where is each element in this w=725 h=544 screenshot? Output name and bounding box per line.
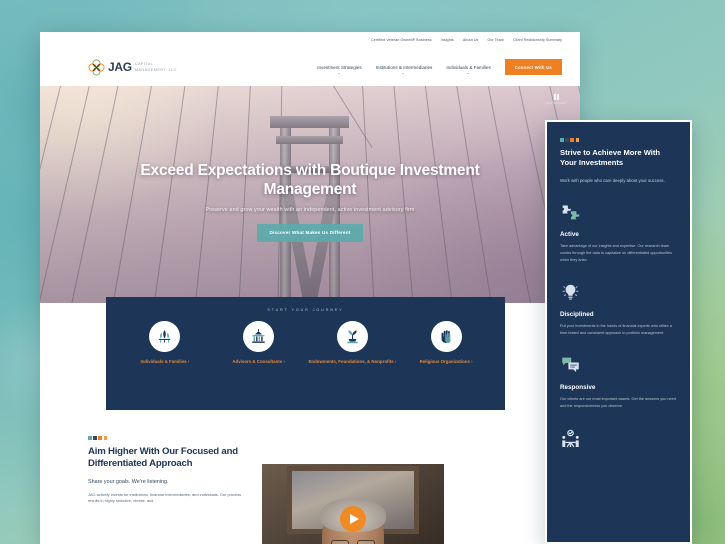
approach-section: Aim Higher With Our Focused and Differen…: [40, 436, 580, 544]
utility-nav-item-3[interactable]: Our Team: [487, 38, 504, 42]
strive-side-panel: Strive to Achieve More With Your Investm…: [545, 120, 692, 544]
connect-with-us-button[interactable]: Connect With Us: [504, 59, 562, 75]
speech-bubbles-icon: [560, 354, 677, 376]
accent-dots: [88, 436, 244, 440]
hero-title: Exceed Expectations with Boutique Invest…: [140, 162, 480, 198]
utility-nav-item-1[interactable]: Insights: [441, 38, 454, 42]
family-tree-icon: [149, 321, 181, 352]
logo-subtext-line2: MANAGEMENT, LLC: [134, 67, 177, 72]
video-thumbnail[interactable]: [262, 464, 444, 544]
journey-item-endowments-foundations[interactable]: Endowments, Foundations, & Nonprofits ›: [306, 321, 398, 366]
browser-page-card: Certified Veteran Owned® Business Insigh…: [40, 32, 580, 544]
panel-text-active: Take advantage of our insights and exper…: [560, 244, 673, 263]
hero-content: Exceed Expectations with Boutique Invest…: [40, 162, 580, 242]
utility-nav-item-0[interactable]: Certified Veteran Owned® Business: [371, 38, 432, 42]
utility-nav-item-4[interactable]: Client Relationship Summary: [513, 38, 562, 42]
approach-lead: Share your goals. We’re listening.: [88, 478, 169, 485]
logo-subtext: CAPITAL MANAGEMENT, LLC: [135, 61, 177, 73]
praying-hands-icon: [430, 321, 462, 352]
utility-nav-item-2[interactable]: About Us: [463, 38, 479, 42]
hero-subtitle: Preserve and grow your wealth with an in…: [205, 206, 415, 213]
person-glasses: [331, 540, 375, 544]
lightbulb-idea-icon: [560, 281, 677, 303]
panel-block-fourth: [560, 428, 677, 450]
panel-heading-responsive: Responsive: [560, 384, 596, 392]
nav-item-institutions-intermediaries[interactable]: Institutions & Intermediaries: [376, 65, 432, 74]
panel-accent-dots: [560, 138, 677, 142]
journey-item-individuals-families[interactable]: Individuals & Families ›: [119, 321, 211, 366]
approach-body: JAG actively invests for institutions, f…: [88, 491, 242, 504]
nav-item-individuals-families[interactable]: Individuals & Families: [446, 65, 491, 74]
panel-block-active: Active Take advantage of our insights an…: [560, 201, 677, 264]
journey-grid: Individuals & Families › Advisors & Cons…: [118, 321, 493, 366]
main-nav: Investment Strategies Institutions & Int…: [317, 59, 562, 75]
panel-block-disciplined: Disciplined Put your investments in the …: [560, 281, 677, 337]
journey-item-religious-organizations[interactable]: Religious Organizations ›: [400, 321, 492, 366]
panel-text-disciplined: Put your investments in the hands of fin…: [560, 324, 672, 336]
journey-label-individuals-families: Individuals & Families ›: [140, 359, 190, 364]
growing-plant-icon: [336, 321, 368, 352]
panel-text-responsive: Our clients are our most important asset…: [560, 397, 676, 409]
panel-heading-active: Active: [560, 231, 579, 239]
interlocking-circles-logo-icon: [88, 58, 105, 76]
institution-building-icon: [243, 321, 275, 352]
team-handshake-icon: [560, 428, 677, 450]
panel-lead: Work with people who care deeply about y…: [560, 178, 665, 184]
play-button-icon[interactable]: [340, 506, 366, 532]
panel-title: Strive to Achieve More With Your Investm…: [560, 147, 661, 167]
site-logo[interactable]: JAG CAPITAL MANAGEMENT, LLC: [88, 58, 177, 76]
journey-label-endowments-foundations: Endowments, Foundations, & Nonprofits ›: [308, 359, 397, 364]
panel-block-responsive: Responsive Our clients are our most impo…: [560, 354, 677, 410]
journey-eyebrow: START YOUR JOURNEY: [267, 308, 344, 312]
pause-icon: [547, 94, 566, 100]
logo-wordmark: JAG: [108, 60, 132, 74]
pause-video-button[interactable]: PAUSE VIDEO: [547, 94, 566, 105]
approach-text-column: Aim Higher With Our Focused and Differen…: [88, 436, 244, 544]
puzzle-pieces-icon: [560, 201, 677, 223]
nav-item-investment-strategies[interactable]: Investment Strategies: [317, 65, 362, 74]
journey-label-advisors-consultants: Advisors & Consultants ›: [232, 359, 285, 364]
approach-title: Aim Higher With Our Focused and Differen…: [88, 445, 238, 470]
start-your-journey-band: START YOUR JOURNEY Individuals & Familie…: [106, 297, 505, 410]
hero-banner: PAUSE VIDEO Exceed Expectations with Bou…: [40, 86, 580, 303]
journey-item-advisors-consultants[interactable]: Advisors & Consultants ›: [213, 321, 305, 366]
utility-nav: Certified Veteran Owned® Business Insigh…: [40, 32, 580, 48]
hero-cta-button[interactable]: Discover What Makes Us Different: [256, 223, 364, 242]
pause-video-label: PAUSE VIDEO: [546, 101, 566, 105]
panel-heading-disciplined: Disciplined: [560, 311, 594, 319]
journey-label-religious-organizations: Religious Organizations ›: [419, 359, 473, 364]
site-header: JAG CAPITAL MANAGEMENT, LLC Investment S…: [40, 48, 580, 86]
